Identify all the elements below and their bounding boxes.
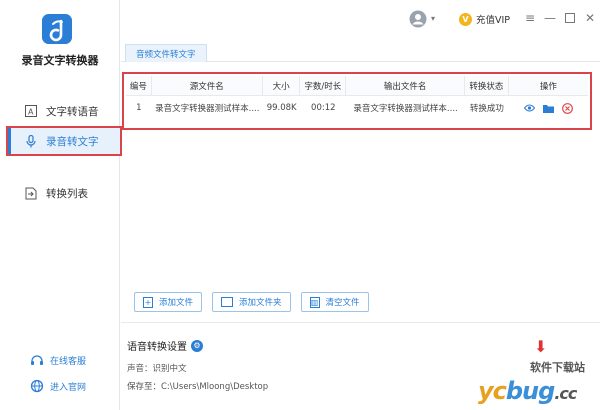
add-file-label: 添加文件	[159, 298, 194, 308]
app-logo	[42, 14, 72, 44]
app-title: 录音文字转换器	[21, 54, 99, 67]
delete-icon[interactable]	[561, 102, 573, 114]
row-status: 转换成功	[469, 104, 504, 114]
title-bar: ▾ V 充值VIP ≡ — ✕	[121, 0, 600, 38]
row-index: 1	[136, 103, 142, 113]
gear-icon[interactable]: ⚙	[191, 339, 203, 352]
sidebar: 录音文字转换器 A 文字转语音 录音转文字 转换列表 在线客服 进入官网	[0, 0, 122, 410]
sidebar-item-label: 录音转文字	[46, 135, 99, 148]
eye-icon[interactable]	[523, 103, 535, 114]
chevron-down-icon[interactable]: ▾	[431, 14, 435, 23]
divider	[121, 322, 600, 323]
add-folder-label: 添加文件夹	[239, 298, 282, 308]
official-site-label: 进入官网	[50, 382, 87, 393]
folder-add-icon	[221, 297, 234, 307]
vip-label: 充值VIP	[476, 15, 511, 26]
convert-list-icon	[24, 186, 38, 200]
clear-files-label: 清空文件	[325, 298, 360, 308]
sidebar-item-text-to-speech[interactable]: A 文字转语音	[0, 96, 120, 126]
menu-icon[interactable]: ≡	[521, 9, 539, 27]
col-source-name: 源文件名	[152, 76, 263, 95]
watermark-brand-suffix: .cc	[554, 384, 577, 403]
maximize-icon[interactable]	[561, 9, 579, 27]
arrow-down-icon: ⬇	[534, 337, 548, 356]
microphone-icon	[24, 134, 38, 148]
col-output-name: 输出文件名	[346, 76, 466, 95]
online-support-link[interactable]: 在线客服	[30, 352, 86, 368]
watermark-brand-part2: bug	[505, 377, 555, 405]
user-avatar-icon[interactable]	[409, 10, 427, 28]
logo-icon	[42, 14, 72, 44]
file-table: 编号 源文件名 大小 字数/时长 输出文件名 转换状态 操作 1 录音文字转换器…	[122, 72, 592, 130]
sidebar-item-label: 文字转语音	[46, 105, 99, 118]
add-file-icon: +	[143, 296, 153, 308]
online-support-label: 在线客服	[50, 356, 87, 367]
row-duration: 00:12	[311, 103, 336, 113]
row-output-name: 录音文字转换器测试样本....	[353, 104, 458, 114]
vip-badge-icon: V	[459, 12, 472, 26]
add-folder-button[interactable]: 添加文件夹	[212, 292, 291, 312]
official-site-link[interactable]: 进入官网	[30, 378, 86, 394]
col-status: 转换状态	[465, 76, 509, 95]
text-to-speech-icon: A	[24, 104, 38, 118]
minimize-icon[interactable]: —	[541, 9, 559, 27]
table-header: 编号 源文件名 大小 字数/时长 输出文件名 转换状态 操作	[126, 76, 588, 96]
watermark-brand: ycbug.cc	[478, 377, 577, 405]
add-file-button[interactable]: + 添加文件	[134, 292, 203, 312]
globe-icon	[30, 379, 44, 393]
watermark-brand-part1: yc	[478, 377, 507, 405]
row-size: 99.08K	[266, 103, 297, 113]
save-path-setting: 保存至：C:\Users\Mloong\Desktop	[127, 382, 269, 392]
folder-icon[interactable]	[542, 103, 554, 114]
col-size: 大小	[263, 76, 301, 95]
active-indicator	[8, 128, 11, 154]
trash-icon: ▥	[309, 296, 320, 308]
voice-setting: 声音：识别中文	[127, 364, 187, 374]
tab-strip: 音频文件转文字	[121, 38, 600, 62]
watermark-logo: ⬇ 软件下载站 ycbug.cc	[478, 337, 598, 407]
conversion-settings-title: 语音转换设置 ⚙	[127, 338, 203, 353]
tab-audio-to-text[interactable]: 音频文件转文字	[125, 44, 207, 62]
watermark-subtitle: 软件下载站	[530, 361, 585, 374]
close-icon[interactable]: ✕	[581, 9, 599, 27]
clear-files-button[interactable]: ▥ 清空文件	[300, 292, 369, 312]
sidebar-item-label: 转换列表	[46, 187, 88, 200]
svg-text:A: A	[28, 108, 34, 117]
table-row[interactable]: 1 录音文字转换器测试样本.... 99.08K 00:12 录音文字转换器测试…	[126, 96, 588, 120]
sidebar-item-convert-list[interactable]: 转换列表	[0, 178, 120, 208]
col-index: 编号	[126, 76, 152, 95]
file-action-buttons: + 添加文件 添加文件夹 ▥ 清空文件	[134, 292, 369, 312]
col-duration: 字数/时长	[300, 76, 347, 95]
settings-title-text: 语音转换设置	[127, 342, 187, 353]
headset-icon	[30, 353, 44, 367]
sidebar-item-speech-to-text[interactable]: 录音转文字	[6, 126, 122, 156]
col-actions: 操作	[539, 81, 557, 92]
row-source-name: 录音文字转换器测试样本....	[155, 104, 260, 114]
app-window: 录音文字转换器 A 文字转语音 录音转文字 转换列表 在线客服 进入官网 ▾ V…	[0, 0, 600, 410]
vip-recharge-button[interactable]: V 充值VIP	[459, 12, 510, 26]
row-actions	[509, 96, 588, 120]
